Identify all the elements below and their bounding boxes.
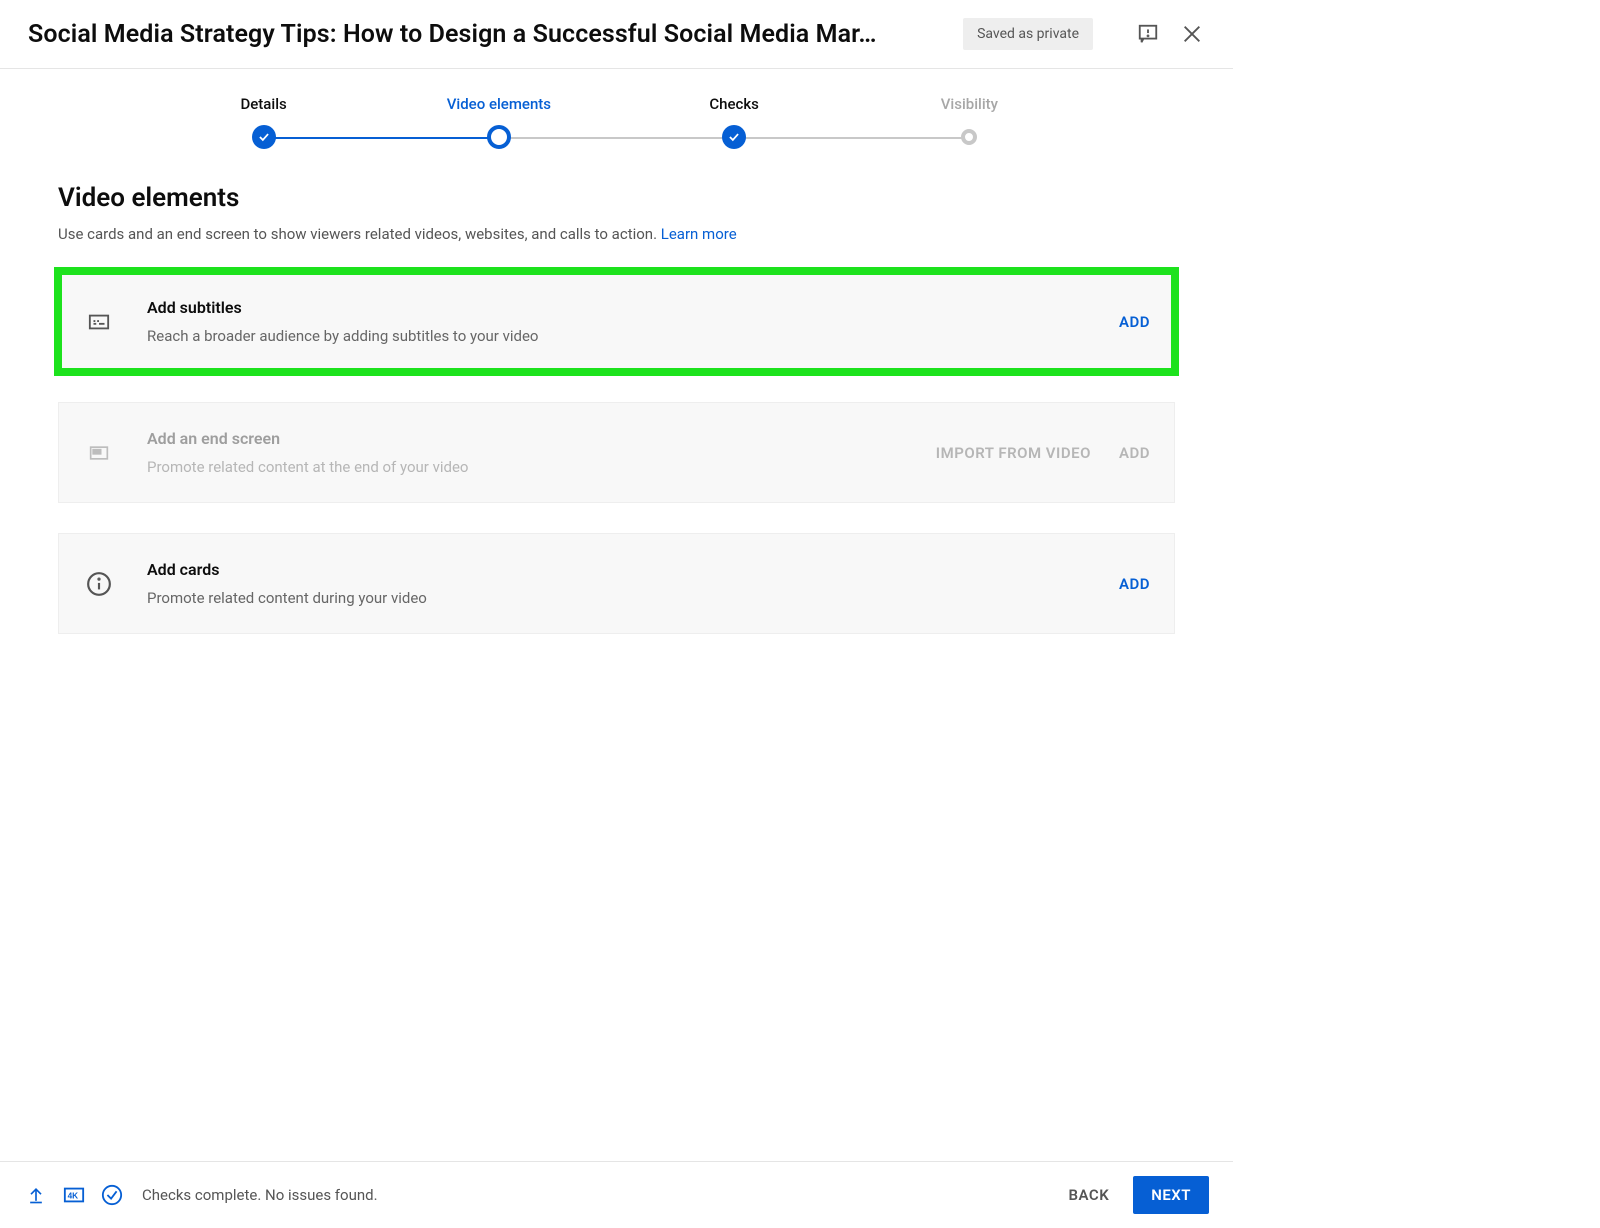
upload-icon[interactable] bbox=[24, 1183, 48, 1207]
back-button[interactable]: BACK bbox=[1052, 1176, 1125, 1214]
step-video-elements[interactable]: Video elements bbox=[381, 95, 616, 149]
save-status-badge: Saved as private bbox=[963, 18, 1093, 50]
step-done-icon bbox=[722, 125, 746, 149]
row-add-cards: Add cards Promote related content during… bbox=[58, 533, 1175, 634]
import-from-video-button: IMPORT FROM VIDEO bbox=[936, 444, 1091, 462]
add-subtitles-button[interactable]: ADD bbox=[1119, 313, 1150, 331]
section-subtitle: Use cards and an end screen to show view… bbox=[58, 225, 1175, 243]
feedback-icon[interactable] bbox=[1135, 21, 1161, 47]
step-current-icon bbox=[487, 125, 511, 149]
step-pending-icon bbox=[961, 129, 977, 145]
main-content: Video elements Use cards and an end scre… bbox=[0, 159, 1233, 634]
info-icon bbox=[83, 571, 115, 597]
dialog-footer: 4K Checks complete. No issues found. BAC… bbox=[0, 1161, 1233, 1228]
dialog-header: Social Media Strategy Tips: How to Desig… bbox=[0, 0, 1233, 69]
row-title: Add an end screen bbox=[147, 429, 936, 448]
close-icon[interactable] bbox=[1179, 21, 1205, 47]
row-desc: Promote related content at the end of yo… bbox=[147, 458, 936, 476]
subtitles-icon bbox=[83, 311, 115, 333]
row-title: Add subtitles bbox=[147, 298, 1119, 317]
next-button[interactable]: NEXT bbox=[1133, 1176, 1209, 1214]
row-add-end-screen: Add an end screen Promote related conten… bbox=[58, 402, 1175, 503]
step-done-icon bbox=[252, 125, 276, 149]
add-cards-button[interactable]: ADD bbox=[1119, 575, 1150, 593]
row-desc: Promote related content during your vide… bbox=[147, 589, 1119, 607]
svg-text:4K: 4K bbox=[68, 1192, 79, 1201]
step-checks[interactable]: Checks bbox=[617, 95, 852, 149]
step-details[interactable]: Details bbox=[146, 95, 381, 149]
end-screen-icon bbox=[83, 443, 115, 463]
row-title: Add cards bbox=[147, 560, 1119, 579]
hd-icon[interactable]: 4K bbox=[62, 1183, 86, 1207]
learn-more-link[interactable]: Learn more bbox=[661, 225, 737, 243]
progress-stepper: Details Video elements Checks Visibility bbox=[0, 69, 1233, 159]
add-end-screen-button: ADD bbox=[1119, 444, 1150, 462]
row-desc: Reach a broader audience by adding subti… bbox=[147, 327, 1119, 345]
row-add-subtitles: Add subtitles Reach a broader audience b… bbox=[58, 271, 1175, 372]
check-circle-icon[interactable] bbox=[100, 1183, 124, 1207]
section-title: Video elements bbox=[58, 183, 1175, 213]
footer-status-text: Checks complete. No issues found. bbox=[142, 1186, 1052, 1204]
video-title: Social Media Strategy Tips: How to Desig… bbox=[28, 20, 947, 49]
